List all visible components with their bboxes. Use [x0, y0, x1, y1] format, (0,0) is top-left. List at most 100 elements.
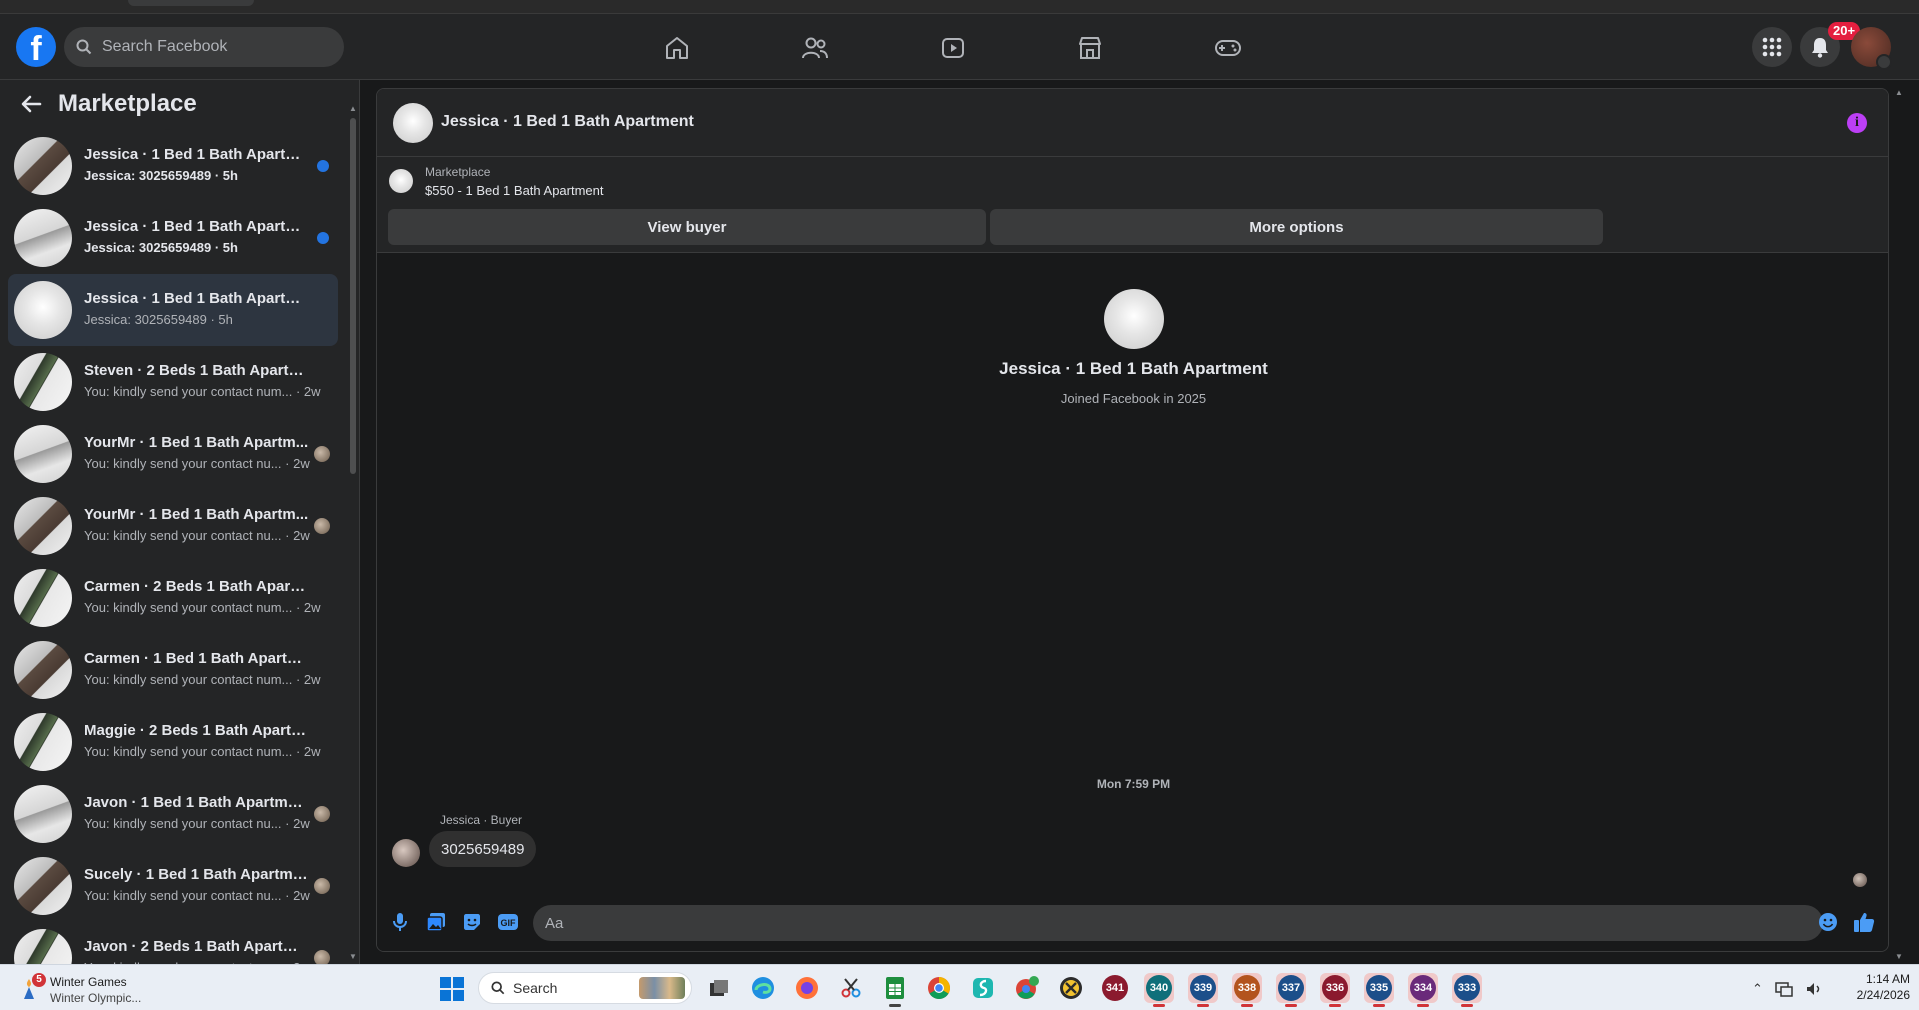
volume-icon[interactable] [1805, 981, 1823, 997]
conversation-item[interactable]: YourMr · 1 Bed 1 Bath Apartm... You: kind… [8, 418, 338, 490]
task-view-button[interactable] [704, 973, 734, 1003]
app-number-icon: 333 [1454, 975, 1480, 1001]
search-input[interactable] [102, 38, 322, 56]
start-button[interactable] [440, 977, 464, 1001]
surfshark-app[interactable] [968, 973, 998, 1003]
listing-source: Marketplace [425, 165, 491, 179]
sheets-app[interactable] [880, 973, 910, 1007]
sender-avatar[interactable] [392, 839, 420, 867]
like-button[interactable] [1853, 911, 1875, 933]
taskbar-app-333[interactable]: 333 [1452, 973, 1482, 1007]
taskbar-app-341[interactable]: 341 [1100, 973, 1130, 1003]
conversation-item[interactable]: Jessica · 1 Bed 1 Bath Apartment Jessica:… [8, 130, 338, 202]
taskbar-app-340[interactable]: 340 [1144, 973, 1174, 1007]
message-bubble[interactable]: 3025659489 [429, 831, 537, 867]
conversation-item[interactable]: Carmen · 2 Beds 1 Bath Apartment You: kin… [8, 562, 338, 634]
menu-button[interactable] [1752, 27, 1792, 67]
conversation-item[interactable]: Jessica · 1 Bed 1 Bath Apartment Jessica:… [8, 274, 338, 346]
browser-tab-strip [0, 0, 1919, 14]
nav-watch[interactable] [933, 32, 973, 64]
xbox-app[interactable] [1056, 973, 1086, 1003]
chrome-profile-app[interactable] [1012, 973, 1042, 1003]
emoji-icon [1819, 913, 1837, 931]
conversation-preview: You: kindly send your contact nu... · 2w [84, 528, 310, 543]
search-icon [76, 39, 92, 55]
browser-tab[interactable] [128, 0, 254, 6]
nav-gaming[interactable] [1208, 32, 1248, 64]
active-indicator [889, 1004, 901, 1007]
view-buyer-button[interactable]: View buyer [388, 209, 986, 245]
grid-menu-icon [1762, 37, 1782, 57]
conversation-item[interactable]: Maggie · 2 Beds 1 Bath Apartment You: kin… [8, 706, 338, 778]
gif-button[interactable]: GIF [497, 911, 519, 933]
read-receipt-avatar [314, 878, 330, 894]
listing-thumbnail [14, 209, 72, 267]
sidebar-scroll-thumb[interactable] [350, 118, 356, 474]
search-box[interactable] [64, 27, 344, 67]
photo-button[interactable] [425, 911, 447, 933]
read-receipt-avatar [314, 950, 330, 964]
scroll-up-arrow-icon[interactable]: ▲ [349, 104, 357, 113]
profile-card-avatar[interactable] [1103, 289, 1164, 349]
emoji-button[interactable] [1817, 911, 1839, 933]
conversation-preview: You: kindly send your contact num... · 2… [84, 672, 321, 687]
taskbar-app-338[interactable]: 338 [1232, 973, 1262, 1007]
conversation-preview: You: kindly send your contact nu... · 2w [84, 816, 310, 831]
taskbar-app-339[interactable]: 339 [1188, 973, 1218, 1007]
firefox-app[interactable] [792, 973, 822, 1003]
scroll-down-arrow-icon[interactable]: ▼ [349, 952, 357, 961]
app-number-icon: 339 [1190, 975, 1216, 1001]
facebook-logo[interactable]: f [16, 27, 56, 67]
profile-card-name: Jessica · 1 Bed 1 Bath Apartment [999, 359, 1268, 378]
chat-scroll-down-icon[interactable]: ▼ [1895, 952, 1903, 961]
nav-friends[interactable] [795, 32, 835, 64]
weather-widget[interactable]: 5 Winter Games Winter Olympic... [18, 971, 168, 1005]
friends-icon [802, 37, 828, 59]
sticker-button[interactable] [461, 911, 483, 933]
conversation-item[interactable]: Steven · 2 Beds 1 Bath Apartment You: kin… [8, 346, 338, 418]
microphone-button[interactable] [389, 911, 411, 933]
more-options-button[interactable]: More options [990, 209, 1603, 245]
conversation-item[interactable]: Sucely · 1 Bed 1 Bath Apartment You: kind… [8, 850, 338, 922]
spreadsheet-icon [886, 977, 904, 999]
snipping-tool-app[interactable] [836, 973, 866, 1003]
conversation-title: Maggie · 2 Beds 1 Bath Apartment [84, 722, 310, 739]
conversation-item[interactable]: Carmen · 1 Bed 1 Bath Apartment You: kind… [8, 634, 338, 706]
chat-scrollbar[interactable]: ▲ ▼ [1893, 88, 1905, 964]
app-number-icon: 341 [1102, 975, 1128, 1001]
system-clock[interactable]: 1:14 AM 2/24/2026 [1842, 971, 1910, 1003]
app-number-icon: 334 [1410, 975, 1436, 1001]
taskbar-app-337[interactable]: 337 [1276, 973, 1306, 1007]
conversation-preview: You: kindly send your contact nu... · 2w [84, 888, 310, 903]
chat-header-title[interactable]: Jessica · 1 Bed 1 Bath Apartment [441, 113, 694, 131]
conversation-item[interactable]: Jessica · 1 Bed 1 Bath Apartment Jessica:… [8, 202, 338, 274]
taskbar-app-334[interactable]: 334 [1408, 973, 1438, 1007]
search-icon [491, 981, 505, 995]
back-arrow-icon[interactable] [20, 93, 42, 115]
chevron-up-icon[interactable]: ⌃ [1752, 981, 1763, 997]
conversation-item[interactable]: YourMr · 1 Bed 1 Bath Apartm... You: kind… [8, 490, 338, 562]
chat-header-avatar[interactable] [393, 103, 433, 143]
nav-marketplace[interactable] [1070, 32, 1110, 64]
message-input[interactable] [533, 905, 1823, 941]
taskbar-app-336[interactable]: 336 [1320, 973, 1350, 1007]
chevron-down-icon[interactable] [1876, 54, 1892, 70]
conversation-item[interactable]: Javon · 2 Beds 1 Bath Apartme...You: kin… [8, 922, 338, 964]
taskbar-search[interactable]: Search [478, 972, 692, 1004]
listing-thumbnail[interactable] [389, 169, 413, 193]
firefox-icon [796, 977, 818, 999]
sidebar-scrollbar[interactable]: ▲ ▼ [348, 102, 358, 964]
conversation-item[interactable]: Javon · 1 Bed 1 Bath Apartment You: kindl… [8, 778, 338, 850]
chrome-app[interactable] [924, 973, 954, 1003]
edge-app[interactable] [748, 973, 778, 1003]
listing-thumbnail [14, 353, 72, 411]
chat-scroll-up-icon[interactable]: ▲ [1895, 88, 1903, 97]
seen-indicator-avatar [1853, 873, 1867, 887]
nav-home[interactable] [657, 32, 697, 64]
taskbar-app-335[interactable]: 335 [1364, 973, 1394, 1007]
profile-card: Jessica · 1 Bed 1 Bath Apartment Joined … [377, 289, 1888, 406]
active-indicator [1373, 1004, 1385, 1007]
network-icon[interactable] [1775, 981, 1793, 997]
listing-price-title[interactable]: $550 - 1 Bed 1 Bath Apartment [425, 183, 604, 198]
info-icon[interactable]: i [1847, 113, 1867, 133]
